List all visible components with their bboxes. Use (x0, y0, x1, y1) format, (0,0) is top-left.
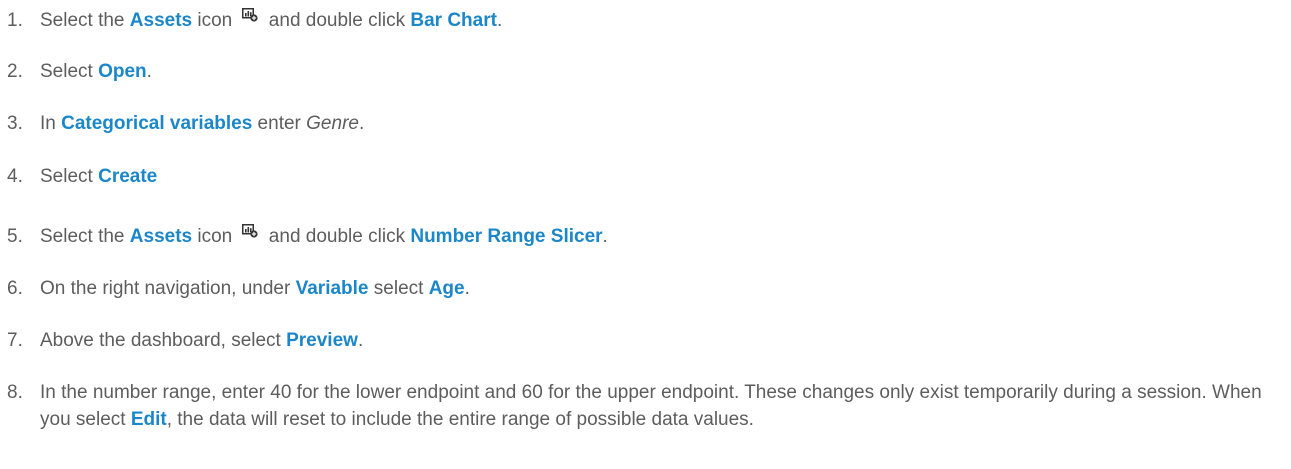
step-text-part: icon (192, 10, 238, 31)
ui-term-categorical-variables: Categorical variables (61, 113, 253, 134)
step-text: Select Create (40, 163, 1270, 190)
step-text: Select Open. (40, 58, 1270, 85)
step-text-part: and double click (263, 10, 411, 31)
step-text-part: . (496, 10, 503, 31)
step-text: Select the Assets icon and double click … (40, 7, 1270, 34)
step-text-part: Select the (40, 226, 130, 247)
step-number: 5. (7, 226, 23, 247)
ui-term-number-range-slicer: Number Range Slicer (410, 226, 603, 247)
step-text-part: Select the (40, 10, 130, 31)
input-value-genre: Genre (306, 113, 359, 134)
ui-term-edit: Edit (130, 409, 167, 430)
step-text: Above the dashboard, select Preview. (40, 327, 1270, 354)
step-text: Select the Assets icon and double click … (40, 223, 1270, 250)
step-text: In the number range, enter 40 for the lo… (40, 379, 1270, 433)
step-text-part: select (368, 278, 429, 299)
step-text-part: Select (40, 61, 99, 82)
step-text-part: . (357, 330, 364, 351)
step-text-part: . (146, 61, 152, 82)
step-text-part: In (40, 113, 62, 134)
step-text: On the right navigation, under Variable … (40, 275, 1270, 302)
ui-term-open: Open (98, 61, 147, 82)
ui-term-preview: Preview (286, 330, 358, 351)
step-number: 4. (7, 166, 23, 187)
step-number: 8. (7, 382, 23, 403)
step-number: 6. (7, 278, 23, 299)
step-text-part: . (464, 278, 470, 299)
ui-term-assets: Assets (129, 226, 193, 247)
step-number: 2. (7, 61, 23, 82)
step-text: In Categorical variables enter Genre. (40, 110, 1270, 137)
step-text-part: On the right navigation, under (40, 278, 296, 299)
step-text-part: Above the dashboard, select (40, 330, 287, 351)
ui-term-assets: Assets (129, 10, 193, 31)
ui-term-variable: Variable (295, 278, 369, 299)
step-number: 7. (7, 330, 23, 351)
assets-add-icon (241, 223, 258, 238)
ui-term-create: Create (98, 166, 158, 187)
ui-term-bar-chart: Bar Chart (410, 10, 497, 31)
step-number: 3. (7, 113, 23, 134)
assets-add-icon (241, 7, 258, 22)
step-number: 1. (7, 10, 23, 31)
step-text-part: enter (252, 113, 307, 134)
step-text-part: . (358, 113, 365, 134)
step-text-part: . (602, 226, 608, 247)
step-text-part: and double click (263, 226, 411, 247)
ui-term-age: Age (428, 278, 465, 299)
step-text-part: icon (192, 226, 238, 247)
step-text-part: Select (40, 166, 99, 187)
step-text-part: , the data will reset to include the ent… (166, 409, 754, 430)
